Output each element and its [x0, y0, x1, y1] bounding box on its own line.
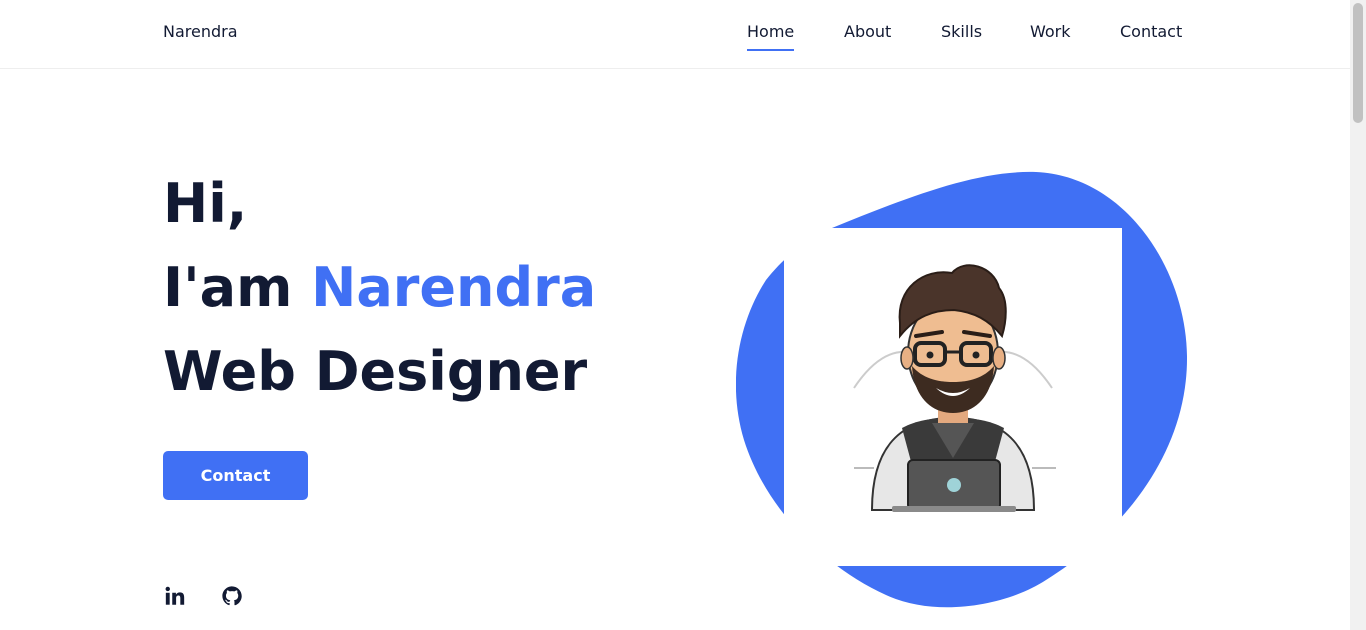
hero-role: Web Designer: [163, 340, 588, 403]
site-header: Narendra Home About Skills Work Contact: [0, 0, 1350, 69]
page-scrollbar[interactable]: [1350, 0, 1366, 630]
nav-about[interactable]: About: [844, 22, 891, 51]
scrollbar-thumb[interactable]: [1353, 3, 1363, 123]
nav-skills[interactable]: Skills: [941, 22, 982, 51]
nav-work[interactable]: Work: [1030, 22, 1071, 51]
social-links: [163, 584, 244, 608]
developer-avatar-illustration: [853, 264, 1056, 512]
avatar-card: [784, 228, 1122, 566]
github-icon: [222, 586, 242, 606]
nav-contact[interactable]: Contact: [1120, 22, 1182, 51]
linkedin-link[interactable]: [163, 584, 187, 608]
contact-button[interactable]: Contact: [163, 451, 308, 500]
nav-home[interactable]: Home: [747, 22, 795, 51]
hero-heading: Hi, I'am Narendra Web Designer: [163, 162, 596, 414]
hero-intro-prefix: I'am: [163, 256, 312, 319]
github-link[interactable]: [220, 584, 244, 608]
hero-name: Narendra: [311, 256, 597, 319]
hero-greeting: Hi,: [163, 172, 248, 235]
linkedin-icon: [165, 586, 185, 605]
hero-intro: I'am Narendra: [163, 246, 596, 330]
site-logo[interactable]: Narendra: [163, 22, 238, 41]
